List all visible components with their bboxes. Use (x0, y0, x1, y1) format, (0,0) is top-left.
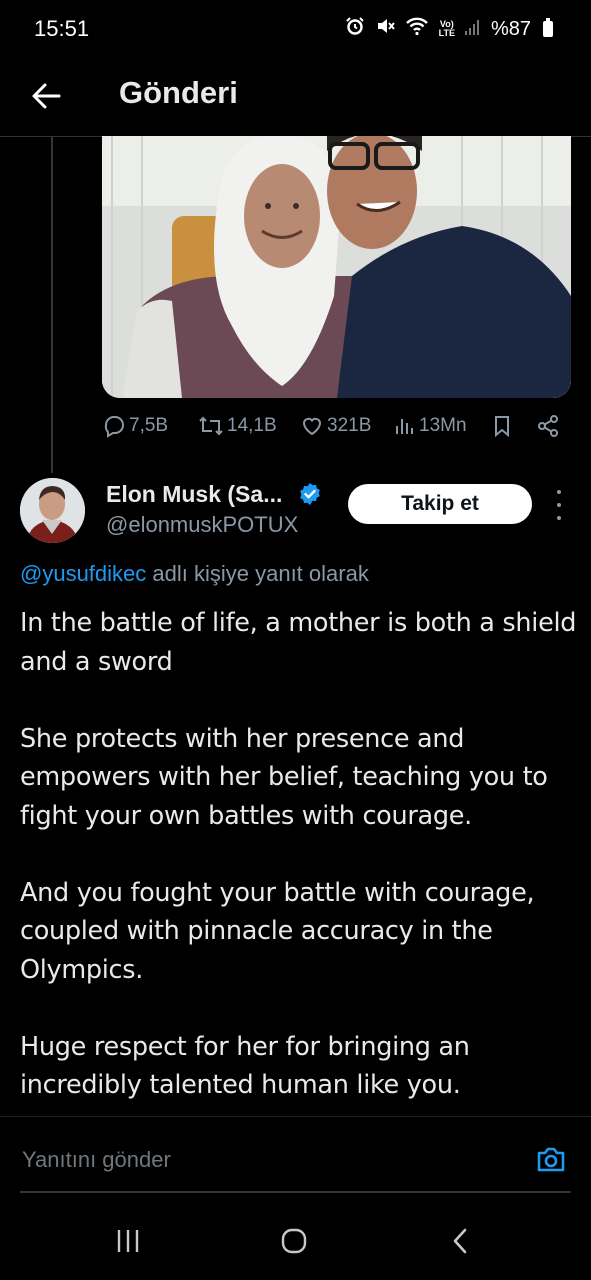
tweet-paragraph: In the battle of life, a mother is both … (20, 608, 577, 677)
lte-indicator: Vo) LTE (438, 19, 455, 38)
system-nav-bar (0, 1200, 591, 1280)
reply-count: 7,5B (129, 415, 169, 436)
heart-icon (302, 417, 322, 436)
share-icon (538, 415, 558, 437)
tweet-body: In the battle of life, a mother is both … (20, 604, 580, 1143)
mute-icon (375, 16, 395, 42)
comment-icon (104, 416, 124, 438)
tweet-paragraph: And you fought your battle with courage,… (20, 877, 535, 985)
bookmark-icon (495, 416, 509, 438)
verified-badge-icon (298, 482, 322, 506)
author-name[interactable]: Elon Musk (Sa... (106, 481, 282, 508)
battery-percent: %87 (490, 17, 531, 40)
composer-divider (20, 1191, 571, 1193)
camera-icon[interactable] (534, 1143, 568, 1177)
reply-context: @yusufdikec adlı kişiye yanıt olarak (20, 561, 369, 587)
reply-action[interactable]: 7,5B (102, 414, 168, 438)
tweet-actions: 7,5B 14,1B 321B 13Mn (102, 414, 562, 444)
views-chart-icon (396, 419, 413, 434)
reply-mention-link[interactable]: @yusufdikec (20, 561, 146, 586)
retweet-count: 14,1B (227, 415, 277, 436)
views-action[interactable]: 13Mn (394, 414, 467, 438)
home-icon[interactable] (274, 1226, 314, 1256)
top-bar: Gönderi (0, 58, 591, 137)
battery-icon (543, 18, 553, 37)
views-count: 13Mn (419, 415, 467, 436)
reply-context-text: adlı kişiye yanıt olarak (146, 561, 369, 586)
reply-composer (0, 1116, 591, 1193)
tweet-paragraph: Huge respect for her for bringing an inc… (20, 1031, 470, 1101)
thread-connector (51, 136, 53, 473)
author-avatar[interactable] (20, 478, 85, 543)
arrow-left-icon (32, 83, 61, 109)
share-action[interactable] (536, 414, 560, 438)
tweet-photo[interactable] (102, 136, 571, 398)
system-back-icon[interactable] (440, 1226, 480, 1256)
follow-button[interactable]: Takip et (348, 484, 532, 524)
tweet-paragraph: She protects with her presence and empow… (20, 723, 548, 831)
retweet-icon (199, 416, 223, 436)
status-bar: 15:51 Vo) LTE %87 (0, 0, 591, 58)
wifi-icon (405, 16, 429, 42)
like-action[interactable]: 321B (300, 414, 371, 438)
page-title: Gönderi (119, 75, 238, 110)
status-icons: Vo) LTE %87 (345, 16, 553, 42)
signal-icon (464, 18, 481, 41)
alarm-icon (345, 16, 365, 42)
status-time: 15:51 (34, 16, 90, 41)
like-count: 321B (327, 415, 372, 436)
recent-apps-icon[interactable] (108, 1226, 148, 1256)
retweet-action[interactable]: 14,1B (198, 414, 277, 438)
bookmark-action[interactable] (492, 414, 512, 438)
more-options-icon[interactable] (551, 490, 567, 520)
author-handle[interactable]: @elonmuskPOTUX (106, 512, 298, 538)
reply-input[interactable] (20, 1146, 504, 1174)
back-button[interactable] (24, 74, 68, 118)
